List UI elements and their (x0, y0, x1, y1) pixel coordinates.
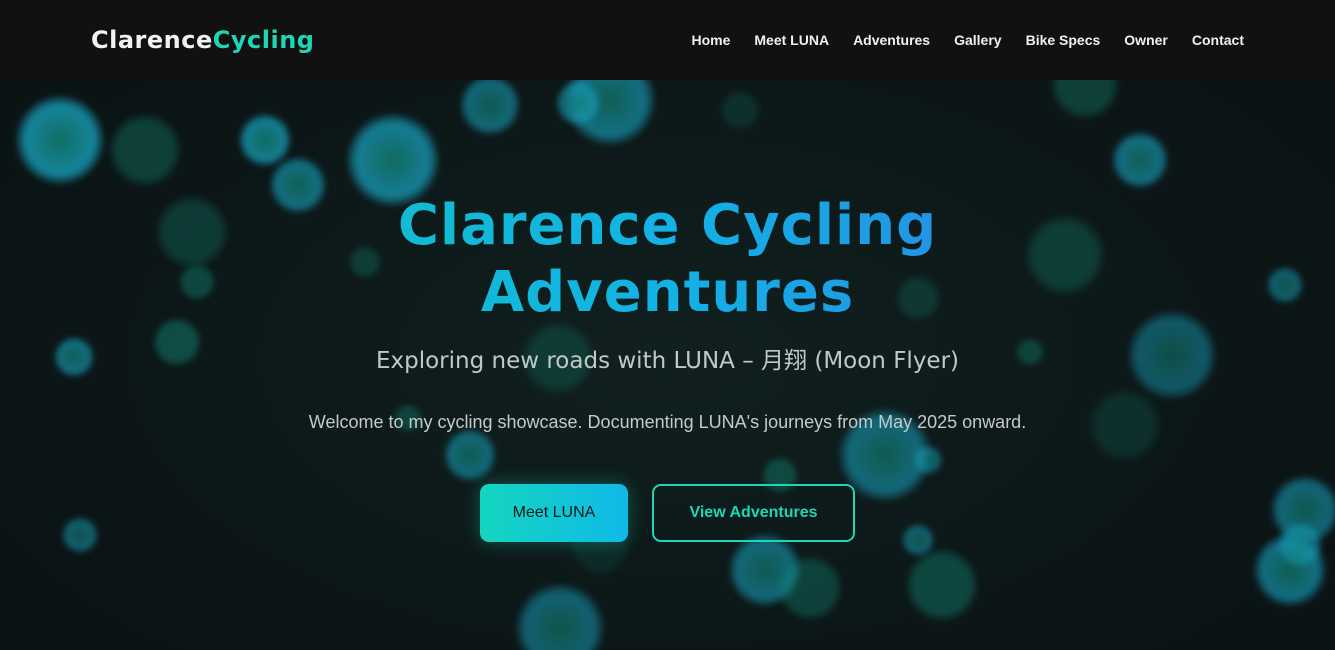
hero-description: Welcome to my cycling showcase. Document… (308, 412, 1027, 432)
meet-luna-button[interactable]: Meet LUNA (480, 484, 628, 542)
page: ClarenceCycling Home Meet LUNA Adventure… (0, 0, 1335, 650)
nav-link-contact[interactable]: Contact (1192, 30, 1244, 50)
nav-link-bike-specs[interactable]: Bike Specs (1026, 30, 1101, 50)
hero-title-line-2: Adventures (480, 260, 855, 325)
nav-link-adventures[interactable]: Adventures (853, 30, 930, 50)
hero-buttons: Meet LUNA View Adventures (480, 484, 855, 542)
logo-text-accent: Cycling (212, 26, 315, 54)
nav-menu: Home Meet LUNA Adventures Gallery Bike S… (691, 30, 1244, 50)
hero-section: Clarence Cycling Adventures Exploring ne… (0, 80, 1335, 650)
site-logo[interactable]: ClarenceCycling (91, 25, 314, 55)
hero-subtitle: Exploring new roads with LUNA – 月翔 (Moon… (375, 348, 960, 374)
nav-link-home[interactable]: Home (691, 30, 730, 50)
view-adventures-button[interactable]: View Adventures (652, 484, 855, 542)
nav-link-meet-luna[interactable]: Meet LUNA (754, 30, 829, 50)
hero-title-line-1: Clarence Cycling (397, 193, 938, 258)
nav-link-gallery[interactable]: Gallery (954, 30, 1001, 50)
hero-title: Clarence Cycling Adventures (0, 192, 1335, 326)
navbar: ClarenceCycling Home Meet LUNA Adventure… (0, 0, 1335, 80)
logo-text-primary: Clarence (91, 26, 213, 54)
nav-link-owner[interactable]: Owner (1124, 30, 1168, 50)
